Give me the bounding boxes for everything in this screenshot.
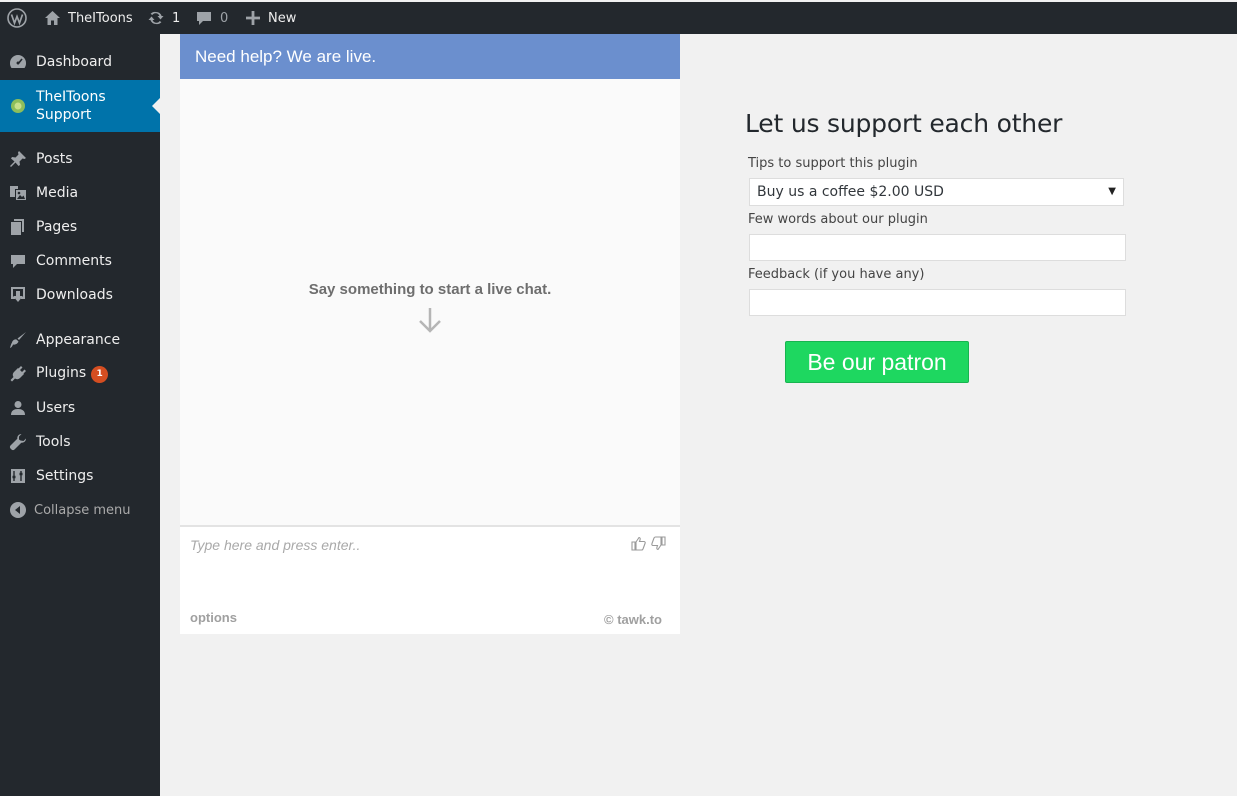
chat-start-hint: Say something to start a live chat. [308,281,552,298]
sidebar-item-users[interactable]: Users [0,391,160,425]
sidebar-item-plugins[interactable]: Plugins 1 [0,357,160,391]
chat-input-area: options © tawk.to [180,525,680,634]
support-title: Let us support each other [745,109,1063,138]
new-label: New [268,10,297,26]
chat-header-title: Need help? We are live. [195,46,377,66]
sidebar-item-label: Tools [36,434,71,450]
sidebar-item-label: Downloads [36,287,113,303]
words-field[interactable] [749,234,1126,261]
sidebar-item-label: Dashboard [36,54,112,70]
sidebar-item-dashboard[interactable]: Dashboard [0,45,160,79]
plugin-circle-icon [9,97,27,115]
sidebar-item-settings[interactable]: Settings [0,459,160,493]
chat-options-link[interactable]: options [190,610,237,625]
sidebar-item-tools[interactable]: Tools [0,425,160,459]
pin-icon [9,150,27,168]
comments-link[interactable]: 0 [196,2,228,34]
sidebar-item-comments[interactable]: Comments [0,244,160,278]
sidebar-item-label: TheIToons Support [36,89,106,123]
sidebar-item-label: Posts [36,151,73,167]
sidebar-item-pages[interactable]: Pages [0,210,160,244]
sidebar-item-label: Comments [36,253,112,269]
live-chat-widget: Need help? We are live. Say something to… [180,34,680,634]
wordpress-logo-icon[interactable] [7,2,27,34]
sidebar-item-label: Settings [36,468,94,484]
updates-count: 1 [172,10,181,26]
tawk-brand-link[interactable]: © tawk.to [604,612,662,627]
sidebar-item-label: Collapse menu [34,502,131,518]
brush-icon [9,331,27,349]
sidebar-item-label: Users [36,400,76,416]
site-name-link[interactable]: TheIToons [44,2,133,34]
patron-button-label: Be our patron [807,348,947,375]
chat-header[interactable]: Need help? We are live. [180,34,680,79]
comments-count: 0 [220,10,229,26]
wrench-icon [9,433,27,451]
sidebar-item-theitoons-support[interactable]: TheIToons Support [0,80,160,132]
home-icon [45,11,60,25]
arrow-down-icon [419,308,441,333]
feedback-label: Feedback (if you have any) [748,267,925,282]
tips-select[interactable]: Buy us a coffee $2.00 USD ▼ [749,178,1124,206]
sidebar-item-appearance[interactable]: Appearance [0,323,160,357]
sidebar-item-downloads[interactable]: Downloads [0,278,160,312]
collapse-menu-button[interactable]: Collapse menu [0,493,160,527]
thumbs-up-icon[interactable] [631,536,646,551]
new-content-link[interactable]: New [246,2,296,34]
plugins-label: Plugins [36,365,87,381]
dropdown-caret-icon: ▼ [1108,186,1116,197]
chat-message-input[interactable] [180,527,610,597]
sidebar-item-label: Pages [36,219,78,235]
sidebar-item-media[interactable]: Media [0,176,160,210]
sidebar-item-label: Media [36,185,79,201]
download-icon [9,286,27,304]
dashboard-icon [9,53,27,71]
updates-link[interactable]: 1 [147,2,180,34]
comment-icon [197,12,211,25]
tips-label: Tips to support this plugin [748,156,918,171]
plus-icon [246,11,260,25]
be-our-patron-button[interactable]: Be our patron [785,341,969,383]
refresh-icon [148,11,164,25]
sidebar-item-label: Plugins 1 [36,365,109,383]
site-name: TheIToons [68,10,133,26]
media-icon [9,184,27,202]
words-label: Few words about our plugin [748,212,928,227]
plugin-icon [9,365,27,383]
feedback-field[interactable] [749,289,1126,316]
tips-selected-value: Buy us a coffee $2.00 USD [757,184,944,200]
plugins-update-badge: 1 [91,366,109,383]
sidebar-item-label: Appearance [36,332,121,348]
pages-icon [9,218,27,236]
admin-sidebar: Dashboard TheIToons Support Posts Media … [0,34,160,796]
collapse-icon [9,501,27,519]
chat-message-area: Say something to start a live chat. [180,79,680,525]
comment-icon [9,252,27,270]
thumbs-down-icon[interactable] [651,536,666,551]
sidebar-item-posts[interactable]: Posts [0,142,160,176]
user-icon [9,399,27,417]
admin-bar: TheIToons 1 0 New [0,2,1237,34]
settings-icon [9,467,27,485]
